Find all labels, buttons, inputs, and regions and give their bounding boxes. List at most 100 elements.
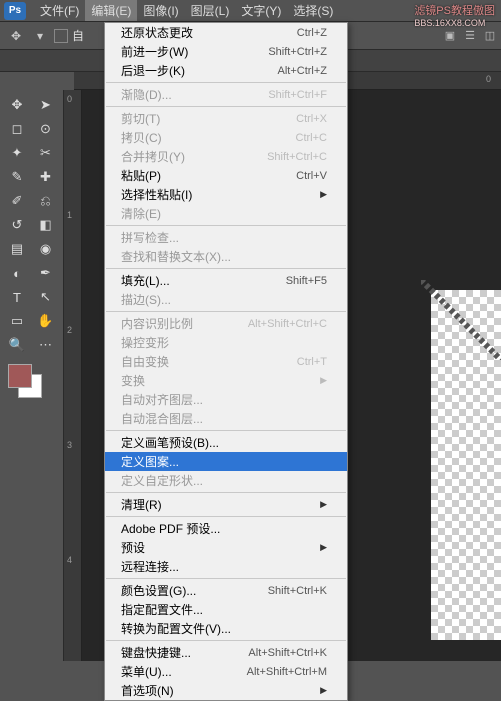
dodge-tool[interactable]: ◐ bbox=[4, 262, 30, 284]
shape-tool[interactable]: ▭ bbox=[4, 310, 30, 332]
brush-tool[interactable]: ✐ bbox=[4, 190, 30, 212]
menu-item-label: 首选项(N) bbox=[121, 682, 174, 699]
eyedropper-tool[interactable]: ✎ bbox=[4, 166, 30, 188]
menu-separator bbox=[106, 430, 346, 431]
menu-separator bbox=[106, 492, 346, 493]
crop-tool[interactable]: ✂ bbox=[33, 142, 59, 164]
menu-shortcut: Alt+Shift+Ctrl+K bbox=[248, 647, 327, 659]
extra-tool[interactable]: ⋯ bbox=[33, 334, 59, 356]
eraser-tool[interactable]: ◧ bbox=[33, 214, 59, 236]
selection-tool[interactable]: ➤ bbox=[33, 94, 59, 116]
collapse-icon[interactable]: ▣ bbox=[441, 26, 459, 44]
menu-item-label: 预设 bbox=[121, 539, 145, 556]
menu-item[interactable]: 菜单(U)...Alt+Shift+Ctrl+M bbox=[105, 662, 347, 681]
window-controls: ▣ ☰ ◫ bbox=[441, 26, 499, 44]
menu-shortcut: Shift+Ctrl+K bbox=[268, 585, 327, 597]
menu-item: 渐隐(D)...Shift+Ctrl+F bbox=[105, 85, 347, 104]
stamp-tool[interactable]: ⎌ bbox=[33, 190, 59, 212]
menu-item-label: 拷贝(C) bbox=[121, 129, 162, 146]
menu-item-label: 定义画笔预设(B)... bbox=[121, 434, 219, 451]
color-swatches bbox=[4, 364, 59, 404]
menu-separator bbox=[106, 268, 346, 269]
menu-item[interactable]: Adobe PDF 预设... bbox=[105, 519, 347, 538]
menu-item-label: 菜单(U)... bbox=[121, 663, 172, 680]
menu-item[interactable]: 首选项(N) ▶ bbox=[105, 681, 347, 700]
menu-item[interactable]: 远程连接... bbox=[105, 557, 347, 576]
menu-shortcut: Alt+Ctrl+Z bbox=[277, 65, 327, 77]
menu-item[interactable]: 预设▶ bbox=[105, 538, 347, 557]
menu-layer[interactable]: 图层(L) bbox=[185, 0, 236, 21]
move-options-icon[interactable]: ✥ bbox=[6, 26, 26, 46]
menu-item[interactable]: 前进一步(W)Shift+Ctrl+Z bbox=[105, 42, 347, 61]
gradient-tool[interactable]: ▤ bbox=[4, 238, 30, 260]
blur-tool[interactable]: ◉ bbox=[33, 238, 59, 260]
menu-item: 拼写检查... bbox=[105, 228, 347, 247]
move-tool[interactable]: ✥ bbox=[4, 94, 30, 116]
menu-item: 描边(S)... bbox=[105, 290, 347, 309]
dropdown-icon[interactable]: ▾ bbox=[30, 26, 50, 46]
menu-item: 自动混合图层... bbox=[105, 409, 347, 428]
menu-type[interactable]: 文字(Y) bbox=[235, 0, 287, 21]
menu-item-label: 变换 bbox=[121, 372, 145, 389]
menu-item[interactable]: 选择性粘贴(I) ▶ bbox=[105, 185, 347, 204]
auto-label: 自 bbox=[72, 27, 84, 44]
menu-item: 内容识别比例Alt+Shift+Ctrl+C bbox=[105, 314, 347, 333]
foreground-color-swatch[interactable] bbox=[8, 364, 32, 388]
menu-item: 自由变换Ctrl+T bbox=[105, 352, 347, 371]
menu-item-label: 前进一步(W) bbox=[121, 43, 188, 60]
menu-item-label: 渐隐(D)... bbox=[121, 86, 172, 103]
menu-item-label: 还原状态更改 bbox=[121, 24, 193, 41]
history-brush-tool[interactable]: ↺ bbox=[4, 214, 30, 236]
screen-mode-icon[interactable]: ◫ bbox=[481, 26, 499, 44]
submenu-arrow-icon: ▶ bbox=[320, 375, 327, 386]
menu-item[interactable]: 清理(R) ▶ bbox=[105, 495, 347, 514]
menu-shortcut: Ctrl+Z bbox=[297, 27, 327, 39]
menu-item[interactable]: 转换为配置文件(V)... bbox=[105, 619, 347, 638]
menu-separator bbox=[106, 82, 346, 83]
menu-image[interactable]: 图像(I) bbox=[137, 0, 184, 21]
menu-separator bbox=[106, 106, 346, 107]
menu-item-label: 指定配置文件... bbox=[121, 601, 203, 618]
menu-item-label: 清理(R) bbox=[121, 496, 162, 513]
menu-item[interactable]: 颜色设置(G)... Shift+Ctrl+K bbox=[105, 581, 347, 600]
menu-separator bbox=[106, 640, 346, 641]
submenu-arrow-icon: ▶ bbox=[320, 499, 327, 510]
menu-file[interactable]: 文件(F) bbox=[34, 0, 85, 21]
pen-tool[interactable]: ✒ bbox=[33, 262, 59, 284]
menu-select[interactable]: 选择(S) bbox=[287, 0, 339, 21]
menu-item[interactable]: 定义画笔预设(B)... bbox=[105, 433, 347, 452]
menu-item[interactable]: 后退一步(K) Alt+Ctrl+Z bbox=[105, 61, 347, 80]
tools-panel: ✥ ➤ ◻ ⊙ ✦ ✂ ✎ ✚ ✐ ⎌ ↺ ◧ ▤ ◉ ◐ ✒ T ↖ ▭ ✋ … bbox=[0, 90, 64, 661]
menu-separator bbox=[106, 225, 346, 226]
menu-item-label: 键盘快捷键... bbox=[121, 644, 191, 661]
menu-icon[interactable]: ☰ bbox=[461, 26, 479, 44]
menu-separator bbox=[106, 311, 346, 312]
zoom-tool[interactable]: 🔍 bbox=[4, 334, 30, 356]
lasso-tool[interactable]: ⊙ bbox=[33, 118, 59, 140]
menu-shortcut: Ctrl+C bbox=[296, 132, 327, 144]
healing-tool[interactable]: ✚ bbox=[33, 166, 59, 188]
menu-item-label: 选择性粘贴(I) bbox=[121, 186, 192, 203]
menu-item-label: 后退一步(K) bbox=[121, 62, 185, 79]
menu-item-label: 颜色设置(G)... bbox=[121, 582, 196, 599]
auto-checkbox[interactable] bbox=[54, 29, 68, 43]
menu-item[interactable]: 粘贴(P)Ctrl+V bbox=[105, 166, 347, 185]
menu-item: 拷贝(C) Ctrl+C bbox=[105, 128, 347, 147]
submenu-arrow-icon: ▶ bbox=[320, 685, 327, 696]
path-tool[interactable]: ↖ bbox=[33, 286, 59, 308]
type-tool[interactable]: T bbox=[4, 286, 30, 308]
menu-item[interactable]: 指定配置文件... bbox=[105, 600, 347, 619]
menu-item[interactable]: 填充(L)...Shift+F5 bbox=[105, 271, 347, 290]
hand-tool[interactable]: ✋ bbox=[33, 310, 59, 332]
menu-item[interactable]: 定义图案... bbox=[105, 452, 347, 471]
menu-shortcut: Ctrl+T bbox=[297, 356, 327, 368]
marquee-tool[interactable]: ◻ bbox=[4, 118, 30, 140]
menu-item[interactable]: 键盘快捷键... Alt+Shift+Ctrl+K bbox=[105, 643, 347, 662]
menu-edit[interactable]: 编辑(E) bbox=[85, 0, 137, 21]
wand-tool[interactable]: ✦ bbox=[4, 142, 30, 164]
menu-item[interactable]: 还原状态更改 Ctrl+Z bbox=[105, 23, 347, 42]
menu-item-label: 描边(S)... bbox=[121, 291, 171, 308]
menu-shortcut: Alt+Shift+Ctrl+C bbox=[248, 318, 327, 330]
submenu-arrow-icon: ▶ bbox=[320, 189, 327, 200]
menu-item-label: 拼写检查... bbox=[121, 229, 179, 246]
